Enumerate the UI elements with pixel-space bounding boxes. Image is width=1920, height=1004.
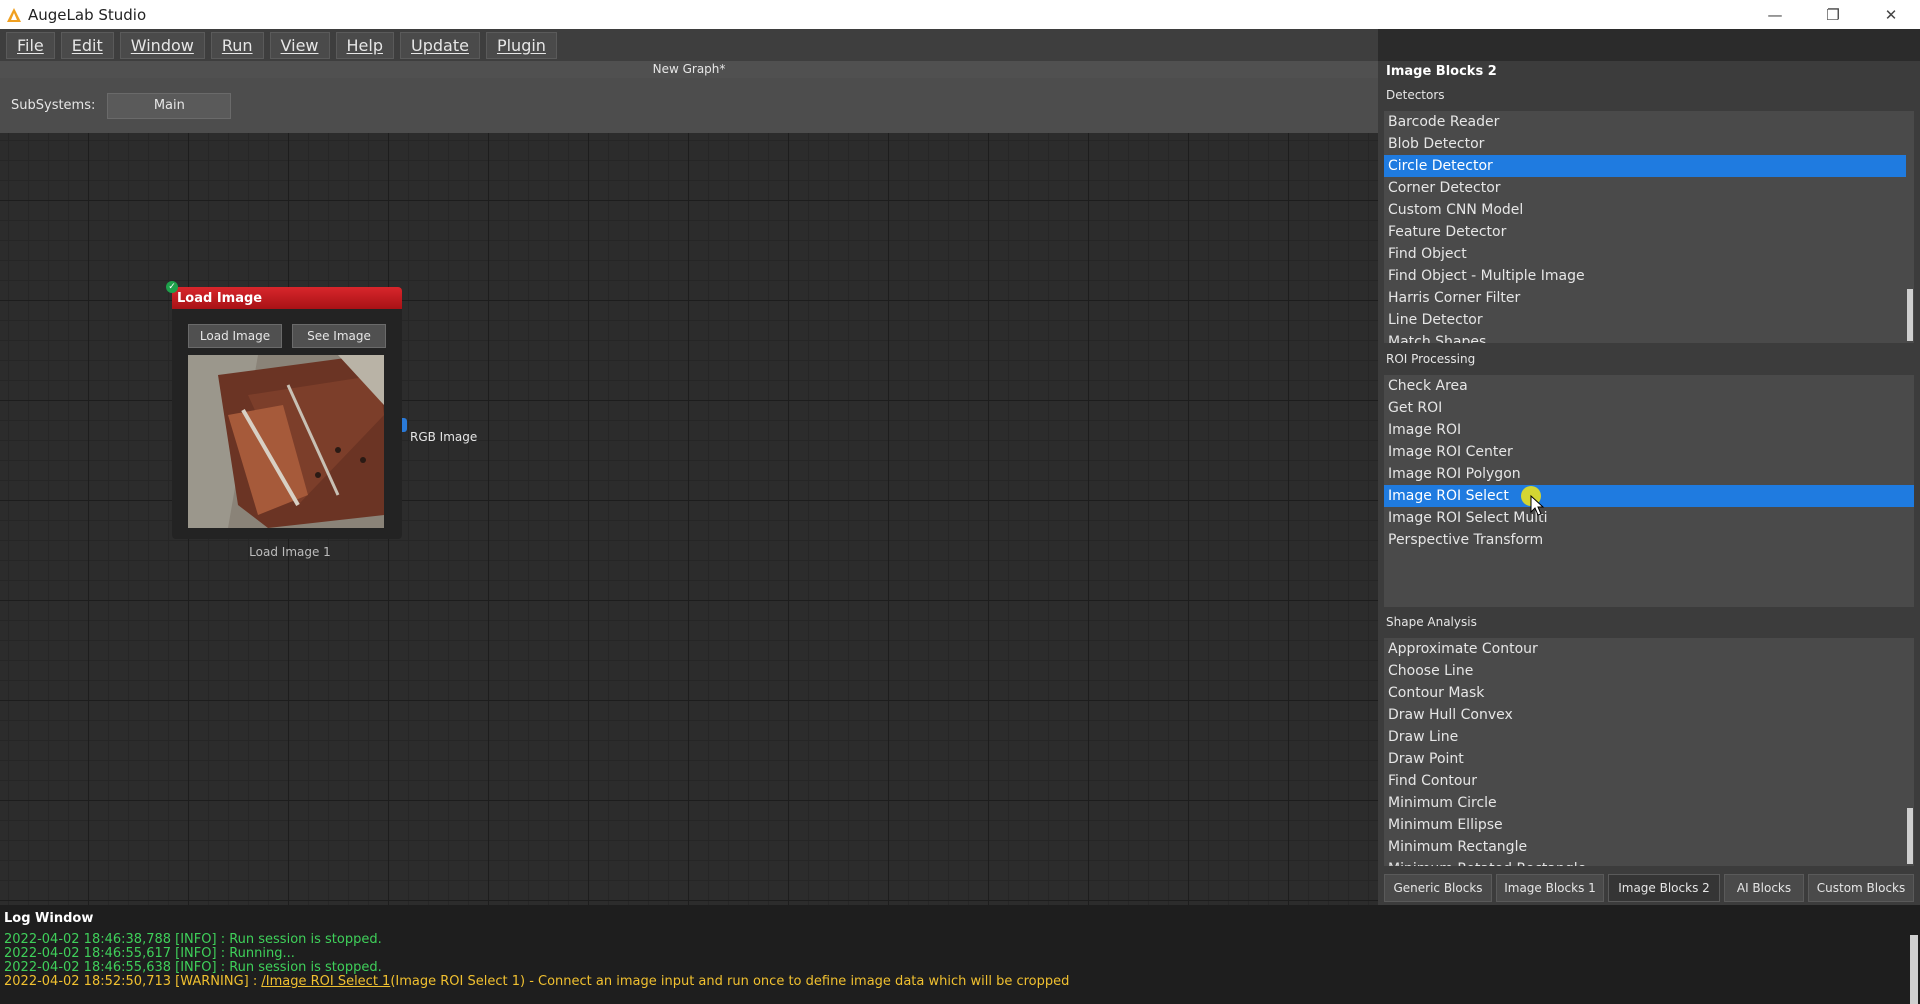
list-item[interactable]: Custom CNN Model <box>1384 199 1914 221</box>
menu-window[interactable]: Window <box>119 31 205 59</box>
output-port-label: RGB Image <box>410 430 478 444</box>
list-item[interactable]: Minimum Ellipse <box>1384 814 1914 836</box>
list-item[interactable]: Approximate Contour <box>1384 638 1914 660</box>
tab-custom-blocks[interactable]: Custom Blocks <box>1808 874 1914 902</box>
app-title: AugeLab Studio <box>28 5 147 24</box>
list-item[interactable]: Minimum Rectangle <box>1384 836 1914 858</box>
list-item[interactable]: Feature Detector <box>1384 221 1914 243</box>
list-item-selected[interactable]: Image ROI Select <box>1384 485 1914 507</box>
detectors-scrollbar[interactable] <box>1906 111 1914 343</box>
list-item[interactable]: Contour Mask <box>1384 682 1914 704</box>
log-line: 2022-04-02 18:46:38,788 [INFO] : Run ses… <box>4 932 382 947</box>
list-item[interactable]: Barcode Reader <box>1384 111 1914 133</box>
list-item[interactable]: Minimum Rotated Rectangle <box>1384 858 1914 866</box>
log-lines: 2022-04-02 18:46:38,788 [INFO] : Run ses… <box>4 933 1069 989</box>
list-item[interactable]: Image ROI Polygon <box>1384 463 1914 485</box>
shape-list: Approximate Contour Choose Line Contour … <box>1384 638 1914 866</box>
list-item-selected[interactable]: Circle Detector <box>1384 155 1906 177</box>
subsystems-label: SubSystems: <box>11 98 96 113</box>
section-shape-title: Shape Analysis <box>1386 615 1477 629</box>
list-item[interactable]: Draw Line <box>1384 726 1914 748</box>
list-item[interactable]: Draw Point <box>1384 748 1914 770</box>
list-item[interactable]: Image ROI Center <box>1384 441 1914 463</box>
menu-file[interactable]: File <box>6 31 55 59</box>
menu-plugin[interactable]: Plugin <box>485 31 557 59</box>
roi-list: Check Area Get ROI Image ROI Image ROI C… <box>1384 375 1914 607</box>
output-port[interactable] <box>402 418 407 432</box>
menu-view[interactable]: View <box>269 31 330 59</box>
log-line: 2022-04-02 18:46:55,638 [INFO] : Run ses… <box>4 960 382 975</box>
list-item[interactable]: Perspective Transform <box>1384 529 1914 551</box>
load-image-node[interactable]: ✓ Load Image Load Image See Image <box>166 281 402 539</box>
close-icon[interactable]: ✕ <box>1862 0 1920 29</box>
mouse-cursor-icon <box>1520 485 1550 521</box>
panel-title: Image Blocks 2 <box>1386 64 1497 79</box>
tab-image-blocks-1[interactable]: Image Blocks 1 <box>1496 874 1604 902</box>
warning-text: (Image ROI Select 1) - Connect an image … <box>390 974 1070 989</box>
log-scrollbar[interactable] <box>1910 935 1918 1004</box>
log-line-warning: 2022-04-02 18:52:50,713 [WARNING] : /Ima… <box>4 975 1069 989</box>
detectors-list: Barcode Reader Blob Detector Circle Dete… <box>1384 111 1914 343</box>
log-title: Log Window <box>4 911 94 926</box>
list-item[interactable]: Find Object - Multiple Image <box>1384 265 1914 287</box>
list-item[interactable]: Corner Detector <box>1384 177 1914 199</box>
log-line: 2022-04-02 18:46:55,617 [INFO] : Running… <box>4 946 295 961</box>
see-image-button[interactable]: See Image <box>292 324 386 348</box>
warning-link[interactable]: /Image ROI Select 1 <box>261 974 390 989</box>
list-item[interactable]: Image ROI <box>1384 419 1914 441</box>
image-preview <box>188 355 384 528</box>
menu-run[interactable]: Run <box>210 31 264 59</box>
list-item[interactable]: Minimum Circle <box>1384 792 1914 814</box>
check-icon: ✓ <box>166 281 178 293</box>
menu-bar: File Edit Window Run View Help Update Pl… <box>0 29 1378 61</box>
list-item[interactable]: Match Shapes <box>1384 331 1914 343</box>
window-controls: — ❐ ✕ <box>1746 0 1920 29</box>
list-item[interactable]: Get ROI <box>1384 397 1914 419</box>
subsystem-main-button[interactable]: Main <box>107 92 232 119</box>
menu-update[interactable]: Update <box>400 31 480 59</box>
list-item[interactable]: Choose Line <box>1384 660 1914 682</box>
title-bar: AugeLab Studio — ❐ ✕ <box>0 0 1920 29</box>
block-tabs: Generic Blocks Image Blocks 1 Image Bloc… <box>1378 871 1920 905</box>
list-item[interactable]: Find Object <box>1384 243 1914 265</box>
subsystems-bar: SubSystems: Main <box>0 78 1378 133</box>
list-item[interactable]: Line Detector <box>1384 309 1914 331</box>
scroll-thumb[interactable] <box>1907 289 1913 341</box>
shape-scrollbar[interactable] <box>1906 638 1914 866</box>
list-item[interactable]: Check Area <box>1384 375 1914 397</box>
warning-prefix: 2022-04-02 18:52:50,713 [WARNING] : <box>4 974 262 989</box>
node-title: Load Image <box>172 287 402 309</box>
tab-generic-blocks[interactable]: Generic Blocks <box>1384 874 1492 902</box>
log-window: Log Window 2022-04-02 18:46:38,788 [INFO… <box>0 905 1920 1004</box>
section-roi-title: ROI Processing <box>1386 352 1476 366</box>
list-item[interactable]: Find Contour <box>1384 770 1914 792</box>
section-detectors-title: Detectors <box>1386 88 1445 102</box>
list-item[interactable]: Harris Corner Filter <box>1384 287 1914 309</box>
node-caption: Load Image 1 <box>249 545 331 559</box>
list-item[interactable]: Image ROI Select Multi <box>1384 507 1914 529</box>
load-image-button[interactable]: Load Image <box>188 324 282 348</box>
minimize-icon[interactable]: — <box>1746 0 1804 29</box>
list-item[interactable]: Draw Hull Convex <box>1384 704 1914 726</box>
menu-help[interactable]: Help <box>335 31 394 59</box>
graph-title: New Graph* <box>0 61 1378 78</box>
tab-image-blocks-2[interactable]: Image Blocks 2 <box>1608 874 1720 902</box>
blocks-panel: Image Blocks 2 Detectors Barcode Reader … <box>1378 61 1920 905</box>
tab-ai-blocks[interactable]: AI Blocks <box>1724 874 1804 902</box>
scroll-thumb[interactable] <box>1907 808 1913 864</box>
maximize-icon[interactable]: ❐ <box>1804 0 1862 29</box>
menu-edit[interactable]: Edit <box>60 31 114 59</box>
app-logo-icon <box>7 7 21 22</box>
list-item[interactable]: Blob Detector <box>1384 133 1914 155</box>
